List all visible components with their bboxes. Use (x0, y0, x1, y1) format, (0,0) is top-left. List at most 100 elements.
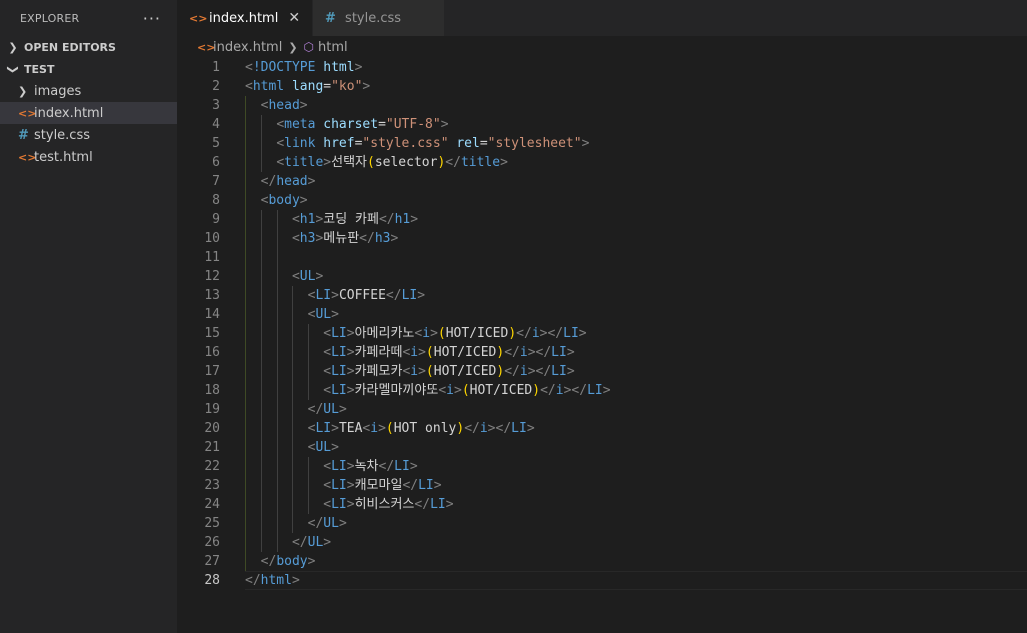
code-line[interactable]: 8 <body> (177, 191, 1027, 210)
line-code: <LI>카페모카<i>(HOT/ICED)</i></LI> (323, 364, 575, 379)
line-number: 27 (204, 554, 220, 569)
line-number: 15 (204, 326, 220, 341)
tree-item-test-html[interactable]: <> test.html (0, 146, 177, 168)
code-line[interactable]: 4 <meta charset="UTF-8"> (177, 115, 1027, 134)
line-number: 16 (204, 345, 220, 360)
code-line[interactable]: 13 <LI>COFFEE</LI> (177, 286, 1027, 305)
code-editor[interactable]: 1 <!DOCTYPE html> 2 <html lang="ko"> 3 <head… (177, 58, 1027, 633)
code-line[interactable]: 12 <UL> (177, 267, 1027, 286)
line-number: 5 (212, 136, 220, 151)
line-code: <!DOCTYPE html> (245, 60, 363, 75)
chevron-right-icon: ❯ (8, 40, 18, 54)
explorer-header: EXPLORER ··· (0, 0, 177, 36)
code-line[interactable]: 17 <LI>카페모카<i>(HOT/ICED)</i></LI> (177, 362, 1027, 381)
explorer-title: EXPLORER (20, 11, 80, 25)
code-line[interactable]: 24 <LI>히비스커스</LI> (177, 495, 1027, 514)
line-number: 4 (212, 117, 220, 132)
close-icon[interactable]: ✕ (288, 10, 300, 26)
line-code: <body> (260, 193, 308, 208)
code-line[interactable]: 19 </UL> (177, 400, 1027, 419)
line-code: <title>선택자(selector)</title> (276, 155, 508, 170)
line-number: 26 (204, 535, 220, 550)
line-number: 22 (204, 459, 220, 474)
line-number: 8 (212, 193, 220, 208)
code-line[interactable]: 2 <html lang="ko"> (177, 77, 1027, 96)
line-code: <UL> (291, 269, 324, 284)
line-number: 9 (212, 212, 220, 227)
code-line[interactable]: 20 <LI>TEA<i>(HOT only)</i></LI> (177, 419, 1027, 438)
line-number: 12 (204, 269, 220, 284)
code-line[interactable]: 22 <LI>녹차</LI> (177, 457, 1027, 476)
line-code: <head> (260, 98, 308, 113)
html-file-icon: <> (189, 11, 208, 25)
code-line[interactable]: 10 <h3>메뉴판</h3> (177, 229, 1027, 248)
code-line[interactable]: 6 <title>선택자(selector)</title> (177, 153, 1027, 172)
line-number: 14 (204, 307, 220, 322)
line-code: <LI>카라멜마끼야또<i>(HOT/ICED)</i></LI> (323, 383, 611, 398)
folder-test-section[interactable]: ❯ TEST (0, 58, 177, 80)
line-number: 11 (204, 250, 220, 265)
tree-item-style-css[interactable]: # style.css (0, 124, 177, 146)
code-line[interactable]: 14 <UL> (177, 305, 1027, 324)
code-line[interactable]: 25 </UL> (177, 514, 1027, 533)
code-line[interactable]: 21 <UL> (177, 438, 1027, 457)
line-code: <LI>캐모마일</LI> (323, 478, 442, 493)
line-code: <LI>녹차</LI> (323, 459, 418, 474)
code-line[interactable]: 18 <LI>카라멜마끼야또<i>(HOT/ICED)</i></LI> (177, 381, 1027, 400)
line-code: <h3>메뉴판</h3> (291, 231, 399, 246)
line-code: <h1>코딩 카페</h1> (291, 212, 419, 227)
line-code: </UL> (291, 535, 332, 550)
tree-item-label: images (34, 83, 82, 99)
line-number: 17 (204, 364, 220, 379)
chevron-right-icon: ❯ (288, 40, 298, 54)
line-code: </UL> (307, 402, 347, 417)
breadcrumb-file[interactable]: index.html (213, 40, 282, 55)
folder-label: TEST (24, 62, 55, 76)
line-number: 28 (204, 573, 220, 588)
code-line[interactable]: 26 </UL> (177, 533, 1027, 552)
line-code: </head> (260, 174, 316, 189)
css-file-icon: # (18, 127, 29, 143)
open-editors-section[interactable]: ❯ OPEN EDITORS (0, 36, 177, 58)
tree-item-index-html[interactable]: <> index.html (0, 102, 177, 124)
line-number: 10 (204, 231, 220, 246)
line-number: 2 (212, 79, 220, 94)
breadcrumb-symbol[interactable]: html (318, 40, 348, 55)
code-line[interactable]: 1 <!DOCTYPE html> (177, 58, 1027, 77)
line-code: <UL> (307, 440, 339, 455)
line-code: <LI>카페라떼<i>(HOT/ICED)</i></LI> (323, 345, 575, 360)
code-line[interactable]: 11 (177, 248, 1027, 267)
html-file-icon: <> (18, 106, 37, 120)
line-number: 7 (212, 174, 220, 189)
line-code: <LI>히비스커스</LI> (323, 497, 454, 512)
line-number: 6 (212, 155, 220, 170)
code-line[interactable]: 9 <h1>코딩 카페</h1> (177, 210, 1027, 229)
line-number: 3 (212, 98, 220, 113)
line-code: <LI>COFFEE</LI> (307, 288, 426, 303)
code-line[interactable]: 5 <link href="style.css" rel="stylesheet… (177, 134, 1027, 153)
line-code: </UL> (307, 516, 347, 531)
line-number: 1 (212, 60, 220, 75)
code-line[interactable]: 28 </html> (177, 571, 1027, 590)
line-number: 19 (204, 402, 220, 417)
line-number: 13 (204, 288, 220, 303)
code-line[interactable]: 27 </body> (177, 552, 1027, 571)
chevron-down-icon: ❯ (6, 64, 20, 74)
line-code: </html> (245, 573, 300, 588)
html-file-icon: <> (18, 150, 37, 164)
code-line[interactable]: 7 </head> (177, 172, 1027, 191)
editor-tabs: <> index.html ✕ # style.css (177, 0, 1027, 36)
line-code: </body> (260, 554, 316, 569)
breadcrumb: <> index.html ❯ ⬡ html (177, 36, 1027, 58)
css-file-icon: # (325, 10, 336, 26)
tree-item-images[interactable]: ❯ images (0, 80, 177, 102)
tab-index-html[interactable]: <> index.html ✕ (177, 0, 314, 36)
code-line[interactable]: 16 <LI>카페라떼<i>(HOT/ICED)</i></LI> (177, 343, 1027, 362)
tab-style-css[interactable]: # style.css (313, 0, 446, 36)
code-line[interactable]: 15 <LI>아메리카노<i>(HOT/ICED)</i></LI> (177, 324, 1027, 343)
line-number: 23 (204, 478, 220, 493)
line-number: 25 (204, 516, 220, 531)
code-line[interactable]: 23 <LI>캐모마일</LI> (177, 476, 1027, 495)
more-actions-icon[interactable]: ··· (143, 9, 161, 28)
code-line[interactable]: 3 <head> (177, 96, 1027, 115)
